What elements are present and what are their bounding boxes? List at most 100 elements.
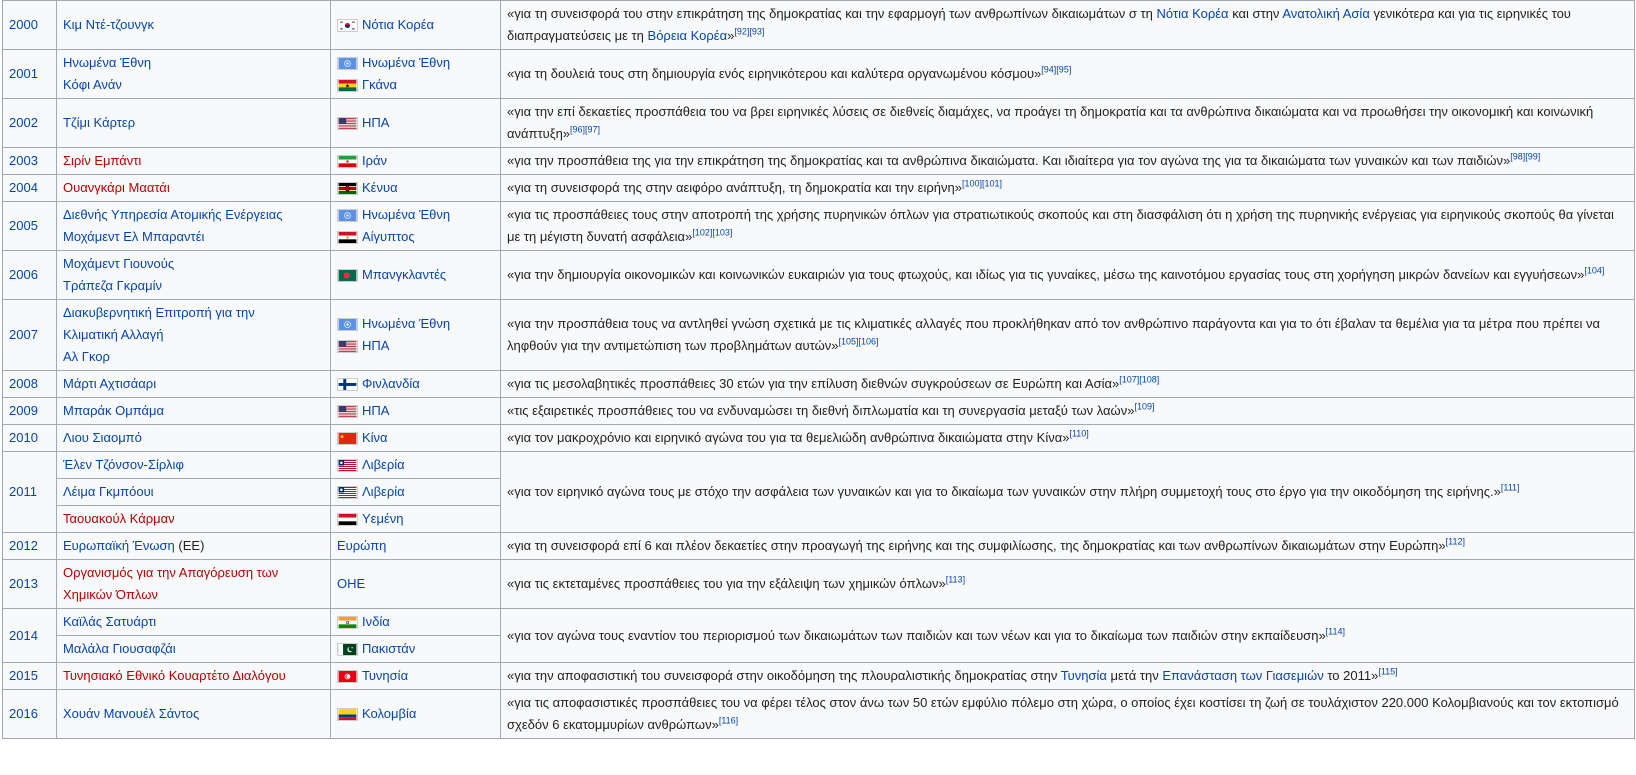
reference-link[interactable]: [114]: [1326, 626, 1345, 636]
country-link[interactable]: Κένυα: [362, 177, 398, 199]
inline-link[interactable]: Ανατολική Ασία: [1282, 6, 1370, 21]
reference-link[interactable]: [116]: [719, 716, 738, 726]
reference-link[interactable]: [107][108]: [1119, 375, 1159, 385]
country-link[interactable]: Ηνωμένα Έθνη: [362, 52, 450, 74]
reference-link[interactable]: [100][101]: [962, 179, 1002, 189]
laureate-link[interactable]: Σιρίν Εμπάντι: [63, 153, 141, 168]
reference-link[interactable]: [111]: [1501, 483, 1520, 493]
laureate-link[interactable]: Μαλάλα Γιουσαφζάι: [63, 641, 176, 656]
country-link[interactable]: Ευρώπη: [337, 535, 386, 557]
year-cell[interactable]: 2015: [2, 662, 57, 690]
laureate-link[interactable]: Κόφι Ανάν: [63, 77, 122, 92]
country-link[interactable]: Ηνωμένα Έθνη: [362, 204, 450, 226]
citation-cell: «για τον αγώνα τους εναντίον του περιορι…: [500, 608, 1635, 663]
inline-link[interactable]: Επανάσταση των Γιασεμιών: [1162, 668, 1323, 683]
year-cell[interactable]: 2010: [2, 424, 57, 452]
country-link[interactable]: Ινδία: [362, 611, 390, 633]
laureate-link[interactable]: Διακυβερνητική Επιτροπή για την: [63, 305, 255, 320]
laureate-link[interactable]: Κιμ Ντέ-τζουνγκ: [63, 17, 154, 32]
country-link[interactable]: ΗΠΑ: [362, 112, 389, 134]
country-link[interactable]: Κίνα: [362, 427, 388, 449]
laureate-link[interactable]: Αλ Γκορ: [63, 349, 110, 364]
laureate-link[interactable]: Ταουακούλ Κάρμαν: [63, 511, 175, 526]
country-link[interactable]: Τυνησία: [362, 665, 408, 687]
laureate-link[interactable]: Μοχάμεντ Γιουνούς: [63, 256, 174, 271]
table-row: 2007 Διακυβερνητική Επιτροπή για την Κλιμα…: [2, 299, 1635, 371]
laureate-link[interactable]: Τράπεζα Γκραμίν: [63, 278, 162, 293]
year-cell[interactable]: 2011: [2, 451, 57, 533]
yemen-flag-icon: [337, 512, 358, 526]
year-cell[interactable]: 2009: [2, 397, 57, 425]
pakistan-flag-icon: [337, 642, 358, 656]
country-link[interactable]: Νότια Κορέα: [362, 14, 434, 36]
inline-link[interactable]: Νότια Κορέα: [1157, 6, 1229, 21]
citation-cell: «για τη συνεισφορά της στην αειφόρο ανάπ…: [500, 174, 1635, 202]
year-cell[interactable]: 2016: [2, 689, 57, 739]
year-cell[interactable]: 2000: [2, 0, 57, 50]
year-cell[interactable]: 2014: [2, 608, 57, 663]
laureate-link[interactable]: Μπαράκ Ομπάμα: [63, 403, 164, 418]
laureate-link[interactable]: Τυνησιακό Εθνικό Κουαρτέτο Διαλόγου: [63, 668, 286, 683]
laureate-link[interactable]: Χουάν Μανουέλ Σάντος: [63, 706, 199, 721]
reference-link[interactable]: [98][99]: [1510, 152, 1540, 162]
year-cell[interactable]: 2005: [2, 201, 57, 251]
laureate-link[interactable]: Διεθνής Υπηρεσία Ατομικής Ενέργειας: [63, 207, 283, 222]
table-row: 2002 Τζίμι Κάρτερ ΗΠΑ «για την επί δεκαετίε…: [2, 98, 1635, 148]
south-korea-flag-icon: [337, 18, 358, 32]
year-cell[interactable]: 2002: [2, 98, 57, 148]
laureate-link[interactable]: Οργανισμός για την Απαγόρευση των: [63, 565, 278, 580]
laureate-link[interactable]: Καϊλάς Σατυάρτι: [63, 614, 156, 629]
country-link[interactable]: Ιράν: [362, 150, 387, 172]
laureate-link[interactable]: Τζίμι Κάρτερ: [63, 115, 135, 130]
reference-link[interactable]: [94][95]: [1041, 65, 1071, 75]
egypt-flag-icon: [337, 230, 358, 244]
citation-text: «για τη δουλειά τους στη δημιουργία ενός…: [507, 66, 1042, 81]
reference-link[interactable]: [110]: [1069, 429, 1088, 439]
year-cell[interactable]: 2008: [2, 370, 57, 398]
laureate-link[interactable]: Κλιματική Αλλαγή: [63, 327, 163, 342]
laureate-link[interactable]: Ηνωμένα Έθνη: [63, 55, 151, 70]
reference-link[interactable]: [109]: [1134, 402, 1154, 412]
laureate-link[interactable]: Μάρτι Αχτισάαρι: [63, 376, 156, 391]
laureate-link[interactable]: Ουανγκάρι Μαατάι: [63, 180, 170, 195]
year-cell[interactable]: 2001: [2, 49, 57, 99]
year-cell[interactable]: 2012: [2, 532, 57, 560]
year-cell[interactable]: 2003: [2, 147, 57, 175]
country-link[interactable]: Αίγυπτος: [362, 226, 415, 248]
country-link[interactable]: Πακιστάν: [362, 638, 415, 660]
laureate-link[interactable]: Μοχάμεντ Ελ Μπαραντέι: [63, 229, 204, 244]
reference-link[interactable]: [104]: [1584, 266, 1604, 276]
country-link[interactable]: Γκάνα: [362, 74, 397, 96]
country-link[interactable]: ΗΠΑ: [362, 335, 389, 357]
reference-link[interactable]: [115]: [1378, 667, 1397, 677]
laureate-link[interactable]: Λέιμα Γκμπόουι: [63, 484, 154, 499]
country-link[interactable]: Ηνωμένα Έθνη: [362, 313, 450, 335]
country-link[interactable]: Κολομβία: [362, 703, 416, 725]
country-link[interactable]: Λιβερία: [362, 454, 405, 476]
year-cell[interactable]: 2007: [2, 299, 57, 371]
inline-link[interactable]: Βόρεια Κορέα: [648, 28, 728, 43]
laureate-link[interactable]: Λιου Σιαομπό: [63, 430, 142, 445]
year-cell[interactable]: 2006: [2, 250, 57, 300]
country-link[interactable]: ΟΗΕ: [337, 573, 365, 595]
year-cell[interactable]: 2004: [2, 174, 57, 202]
laureate-link[interactable]: Χημικών Όπλων: [63, 587, 158, 602]
reference-link[interactable]: [102][103]: [692, 228, 732, 238]
country-link[interactable]: Φινλανδία: [362, 373, 420, 395]
year-cell[interactable]: 2013: [2, 559, 57, 609]
reference-link[interactable]: [112]: [1446, 537, 1465, 547]
country-link[interactable]: Υεμένη: [362, 508, 403, 530]
inline-link[interactable]: Τυνησία: [1061, 668, 1107, 683]
country-cell: Κολομβία: [330, 689, 501, 739]
country-link[interactable]: Λιβερία: [362, 481, 405, 503]
country-link[interactable]: Μπανγκλαντές: [362, 264, 446, 286]
country-link[interactable]: ΗΠΑ: [362, 400, 389, 422]
citation-text: «τις εξαιρετικές προσπάθειες του να ενδυ…: [507, 403, 1135, 418]
laureate-link[interactable]: Ευρωπαϊκή Ένωση: [63, 538, 175, 553]
finland-flag-icon: [337, 377, 358, 391]
reference-link[interactable]: [105][106]: [839, 337, 879, 347]
reference-link[interactable]: [113]: [946, 575, 965, 585]
reference-link[interactable]: [96][97]: [570, 125, 600, 135]
reference-link[interactable]: [92][93]: [734, 27, 764, 37]
laureate-link[interactable]: Έλεν Τζόνσον-Σίρλιφ: [63, 457, 184, 472]
